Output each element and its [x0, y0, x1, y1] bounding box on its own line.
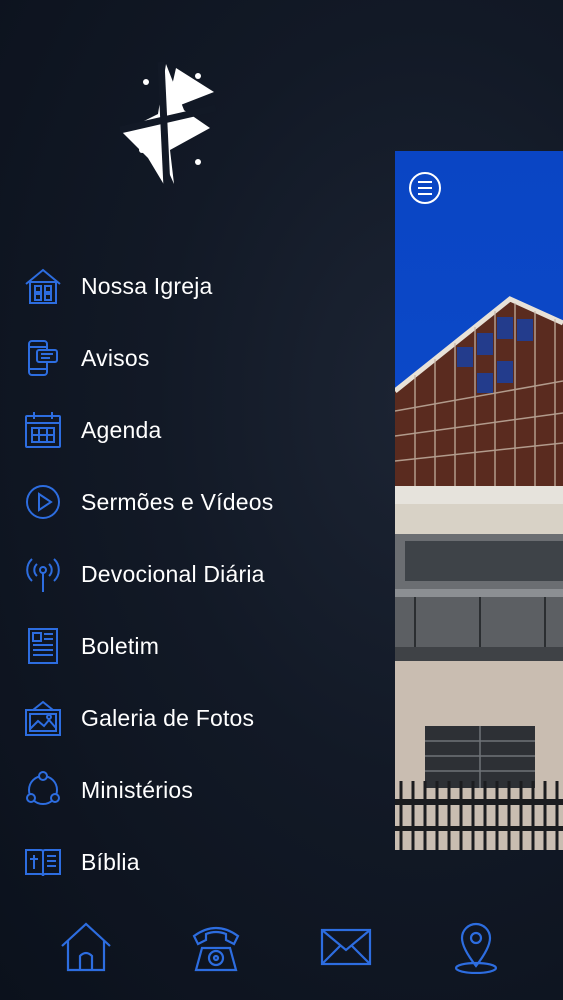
envelope-icon [318, 918, 374, 979]
menu-label: Ministérios [81, 776, 194, 803]
menu-item-devocional-diaria[interactable]: Devocional Diária [0, 538, 390, 610]
menu-item-biblia[interactable]: Bíblia [0, 826, 390, 898]
menu-label: Avisos [81, 344, 150, 371]
telephone-icon [188, 918, 244, 979]
church-logo [118, 61, 218, 190]
menu-item-nossa-igreja[interactable]: Nossa Igreja [0, 250, 390, 322]
church-photo [395, 151, 563, 850]
menu-item-avisos[interactable]: Avisos [0, 322, 390, 394]
menu-item-galeria-fotos[interactable]: Galeria de Fotos [0, 682, 390, 754]
church-building-icon [23, 266, 63, 306]
menu-item-agenda[interactable]: Agenda [0, 394, 390, 466]
home-icon [58, 918, 114, 979]
map-pin-icon [448, 918, 504, 979]
menu-label: Agenda [81, 416, 162, 443]
ministries-icon [23, 770, 63, 810]
bottom-tab-bar [0, 916, 563, 986]
location-tab[interactable] [446, 916, 506, 980]
photo-gallery-icon [23, 698, 63, 738]
menu-item-boletim[interactable]: Boletim [0, 610, 390, 682]
menu-label: Boletim [81, 632, 160, 659]
menu-label: Galeria de Fotos [81, 704, 255, 731]
broadcast-icon [23, 554, 63, 594]
menu-label: Devocional Diária [81, 560, 265, 587]
play-circle-icon [23, 482, 63, 522]
phone-notice-icon [23, 338, 63, 378]
menu-label: Bíblia [81, 848, 140, 875]
calendar-icon [23, 410, 63, 450]
bible-icon [23, 842, 63, 882]
menu-label: Sermões e Vídeos [81, 488, 274, 515]
side-menu: Nossa Igreja Avisos Agenda Sermões e Víd… [0, 250, 390, 898]
menu-item-sermoes-videos[interactable]: Sermões e Vídeos [0, 466, 390, 538]
home-screen-preview[interactable] [395, 151, 563, 850]
menu-item-ministerios[interactable]: Ministérios [0, 754, 390, 826]
mail-tab[interactable] [316, 916, 376, 980]
hamburger-menu-icon[interactable] [409, 172, 441, 204]
home-tab[interactable] [56, 916, 116, 980]
phone-tab[interactable] [186, 916, 246, 980]
menu-label: Nossa Igreja [81, 272, 213, 299]
bulletin-icon [23, 626, 63, 666]
